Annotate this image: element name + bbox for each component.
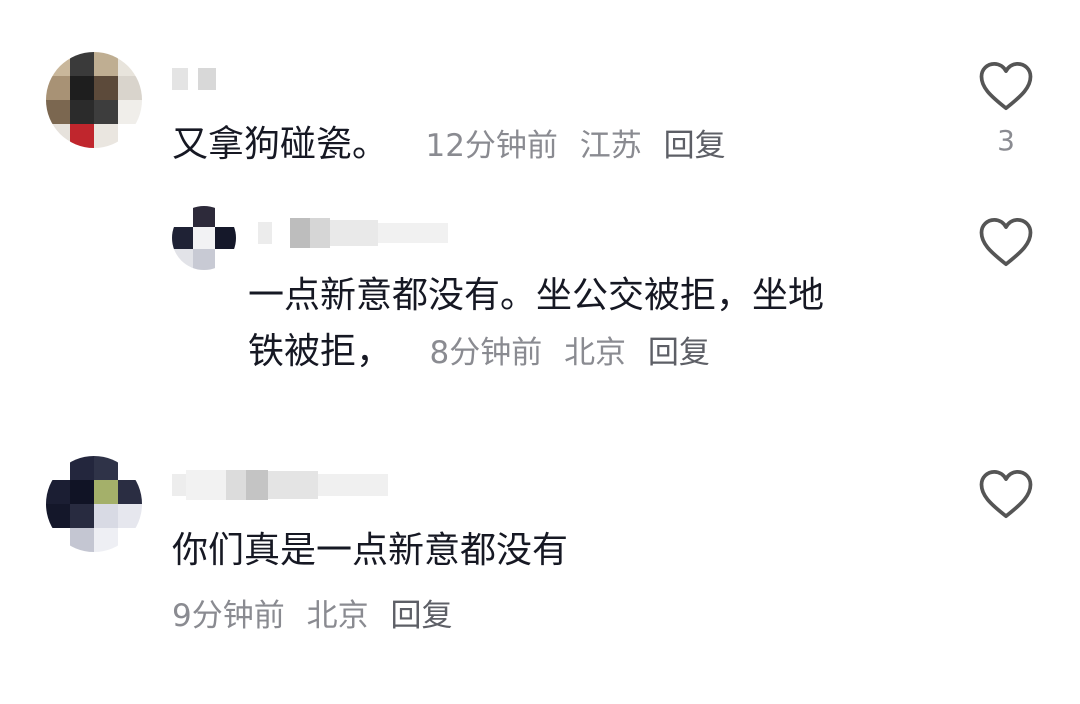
comment-text: 又拿狗碰瓷。 [172,124,389,165]
reply-button[interactable]: 回复 [664,128,726,164]
comment-text: 你们真是一点新意都没有 [172,530,569,571]
comment-text-line-1: 一点新意都没有。坐公交被拒，坐地 [248,275,825,316]
username-redacted[interactable] [172,62,216,96]
comment-meta: 12分钟前 江苏 回复 [425,128,737,164]
comment-time: 12分钟前 [425,128,558,164]
comment-meta: 9分钟前 北京 回复 [172,594,464,638]
comment-location: 江苏 [579,128,642,164]
reply-button[interactable]: 回复 [390,598,452,634]
like-button[interactable]: 3 [976,60,1036,157]
heart-outline-icon [979,61,1033,111]
comment-location: 北京 [306,598,369,634]
avatar[interactable] [46,456,142,552]
comment-body: 又拿狗碰瓷。 12分钟前 江苏 回复 [172,118,738,173]
reply-button[interactable]: 回复 [648,335,710,371]
avatar[interactable] [46,52,142,148]
comment-text-line-2-text: 铁被拒， [248,331,393,372]
avatar[interactable] [172,206,236,270]
like-button[interactable] [976,216,1036,268]
comment-time: 8分钟前 [429,335,543,371]
username-redacted[interactable] [172,468,388,502]
like-button[interactable] [976,468,1036,520]
like-count: 3 [997,124,1015,157]
comment-meta: 8分钟前 北京 回复 [429,335,721,371]
heart-outline-icon [979,217,1033,267]
comment-time: 9分钟前 [172,598,285,634]
heart-outline-icon [979,469,1033,519]
comment-body: 一点新意都没有。坐公交被拒，坐地 铁被拒， 8分钟前 北京 回复 [248,268,824,381]
username-redacted[interactable] [258,216,448,250]
comment-text-line-2: 铁被拒， 8分钟前 北京 回复 [248,324,824,381]
comment-location: 北京 [564,335,627,371]
